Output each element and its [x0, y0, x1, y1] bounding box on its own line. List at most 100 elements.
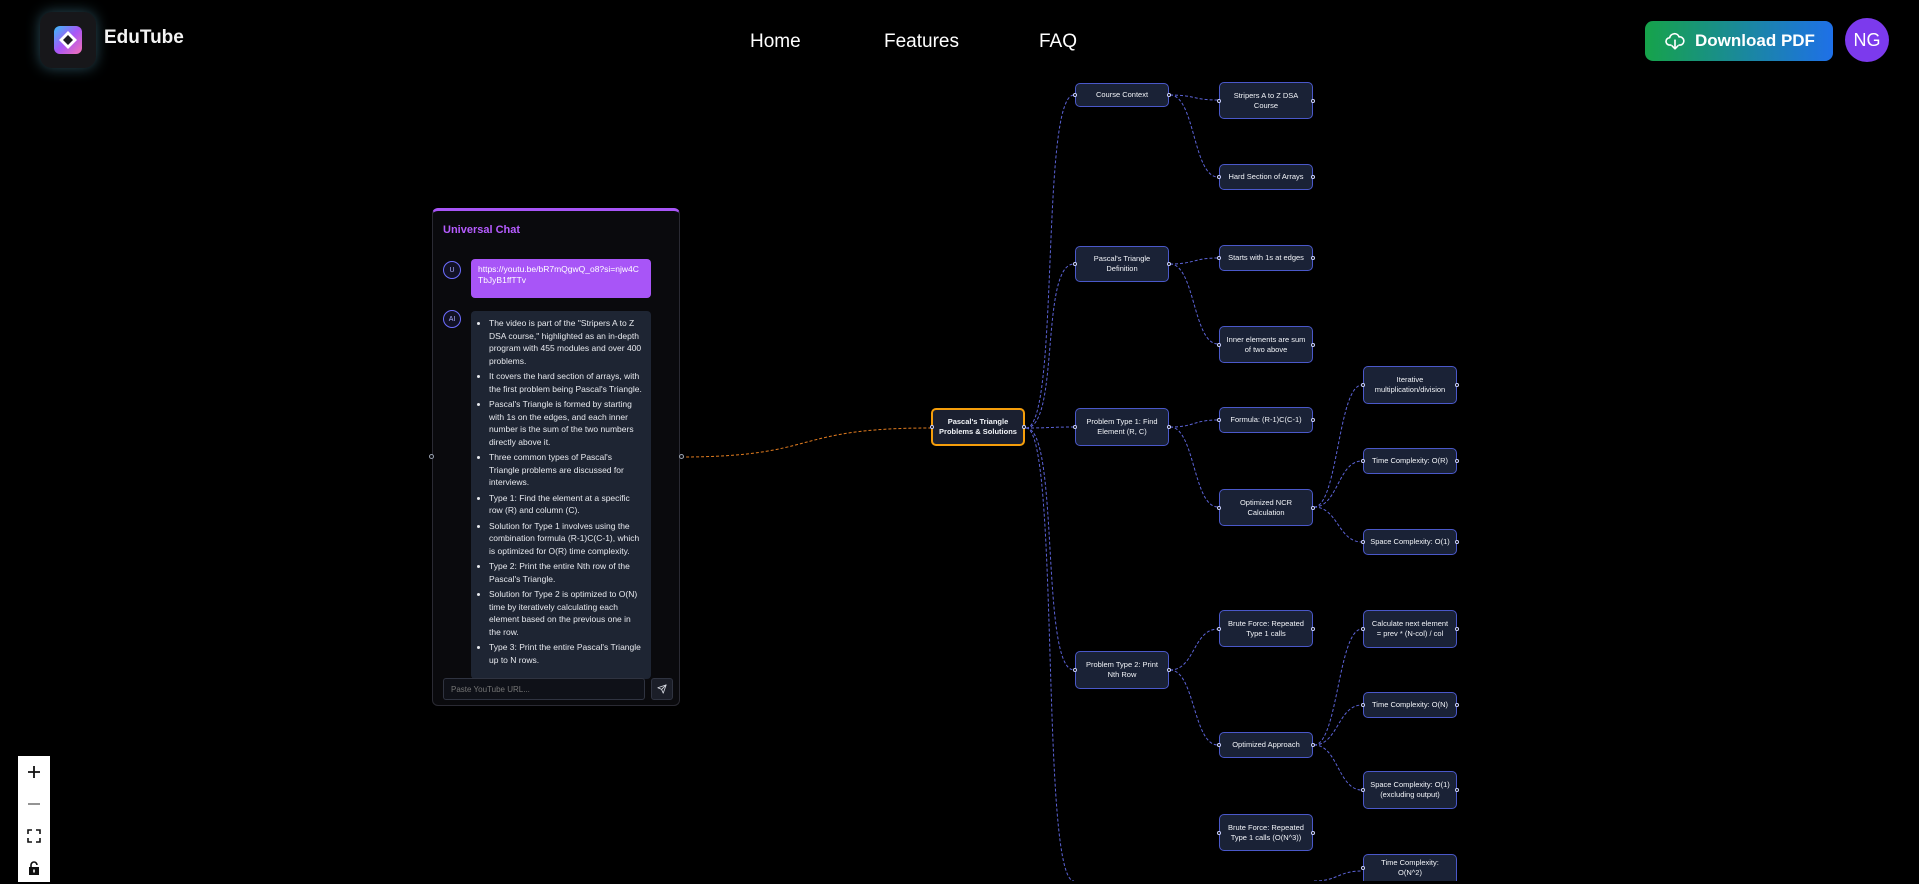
node-label: Starts with 1s at edges: [1228, 253, 1304, 262]
node-handle[interactable]: [1311, 256, 1315, 260]
edge-opt-calc: [1313, 628, 1363, 746]
node-calc-next[interactable]: Calculate next element = prev * (N-col) …: [1361, 610, 1459, 648]
node-label: Calculate next element = prev * (N-col) …: [1371, 619, 1449, 638]
node-handle[interactable]: [1217, 175, 1221, 179]
node-label: Time Complexity: O(N): [1372, 700, 1448, 709]
node-handle[interactable]: [1455, 627, 1459, 631]
node-brute-force-type2[interactable]: Brute Force: Repeated Type 1 calls: [1217, 610, 1315, 647]
node-handle[interactable]: [1167, 668, 1171, 672]
root-node[interactable]: Pascal's Triangle Problems & Solutions: [930, 408, 1026, 446]
node-handle[interactable]: [1311, 743, 1315, 747]
node-label: Hard Section of Arrays: [1228, 172, 1304, 181]
node-handle[interactable]: [1311, 175, 1315, 179]
edge-type2-brute: [1169, 628, 1219, 671]
node-label: Space Complexity: O(1) (excluding output…: [1370, 780, 1450, 799]
node-time-on2[interactable]: Time Complexity: O(N^2): [1361, 854, 1457, 881]
node-time-on[interactable]: Time Complexity: O(N): [1361, 692, 1459, 718]
fit-view-button[interactable]: [18, 820, 50, 852]
node-label: Optimized NCR Calculation: [1239, 497, 1293, 517]
ai-point: Three common types of Pascal's Triangle …: [489, 451, 643, 489]
node-handle[interactable]: [1361, 866, 1365, 870]
node-handle[interactable]: [1361, 627, 1365, 631]
node-handle[interactable]: [1455, 788, 1459, 792]
node-handle[interactable]: [1167, 93, 1171, 97]
node-label: Time Complexity: O(R): [1372, 456, 1448, 465]
youtube-url-input[interactable]: [443, 678, 645, 700]
edge-ncr-space: [1313, 506, 1363, 543]
node-handle[interactable]: [1073, 668, 1077, 672]
node-definition[interactable]: Pascal's Triangle Definition: [1073, 246, 1171, 282]
lock-icon: [29, 861, 39, 875]
node-handle[interactable]: [1217, 256, 1221, 260]
node-handle[interactable]: [1361, 459, 1365, 463]
plus-icon: [28, 766, 40, 778]
node-handle[interactable]: [1361, 788, 1365, 792]
ai-point: The video is part of the "Stripers A to …: [489, 317, 643, 367]
node-iterative-mult[interactable]: Iterative multiplication/division: [1361, 366, 1459, 404]
node-handle[interactable]: [1217, 505, 1221, 510]
node-handle[interactable]: [930, 425, 934, 429]
node-handle[interactable]: [1455, 540, 1459, 544]
node-hard-section[interactable]: Hard Section of Arrays: [1217, 164, 1315, 190]
ai-point: Pascal's Triangle is formed by starting …: [489, 398, 643, 448]
node-problem-type-2[interactable]: Problem Type 2: Print Nth Row: [1073, 651, 1171, 689]
node-handle[interactable]: [1167, 425, 1171, 429]
node-label: Brute Force: Repeated Type 1 calls (O(N^…: [1228, 822, 1304, 842]
node-brute-force-type3[interactable]: Brute Force: Repeated Type 1 calls (O(N^…: [1217, 814, 1315, 851]
send-button[interactable]: [651, 678, 673, 700]
node-handle[interactable]: [1217, 418, 1221, 422]
node-label: Problem Type 2: Print Nth Row: [1086, 660, 1158, 679]
node-space-o1-excl[interactable]: Space Complexity: O(1) (excluding output…: [1361, 771, 1459, 809]
node-handle[interactable]: [1361, 703, 1365, 707]
node-space-o1[interactable]: Space Complexity: O(1): [1361, 529, 1459, 555]
node-handle[interactable]: [1022, 425, 1026, 429]
edge-opt-space: [1313, 744, 1363, 791]
node-edges-ones[interactable]: Starts with 1s at edges: [1217, 245, 1315, 271]
node-handle[interactable]: [1361, 540, 1365, 544]
fullscreen-icon: [27, 829, 41, 843]
chat-right-handle[interactable]: [679, 454, 684, 459]
edge-ncr-iterative: [1313, 384, 1363, 508]
node-handle[interactable]: [1073, 93, 1077, 97]
chat-left-handle[interactable]: [429, 454, 434, 459]
node-optimized-approach[interactable]: Optimized Approach: [1217, 732, 1315, 758]
node-handle[interactable]: [1167, 262, 1171, 266]
ai-point: Type 2: Print the entire Nth row of the …: [489, 560, 643, 585]
ai-point: Type 1: Find the element at a specific r…: [489, 492, 643, 517]
node-handle[interactable]: [1311, 626, 1315, 631]
node-formula[interactable]: Formula: (R-1)C(C-1): [1217, 407, 1315, 433]
node-handle[interactable]: [1217, 743, 1221, 747]
ai-point: Solution for Type 1 involves using the c…: [489, 520, 643, 558]
node-stripers-course[interactable]: Stripers A to Z DSA Course: [1217, 82, 1315, 119]
node-handle[interactable]: [1217, 626, 1221, 631]
node-handle[interactable]: [1455, 703, 1459, 707]
node-time-or[interactable]: Time Complexity: O(R): [1361, 448, 1459, 474]
node-label: Course Context: [1095, 90, 1149, 99]
zoom-in-button[interactable]: [18, 756, 50, 788]
node-course-context[interactable]: Course Context: [1073, 83, 1171, 107]
ai-point: Solution for Type 2 is optimized to O(N)…: [489, 588, 643, 638]
node-handle[interactable]: [1217, 342, 1221, 347]
node-handle[interactable]: [1217, 830, 1221, 835]
zoom-out-button[interactable]: [18, 788, 50, 820]
node-label: Space Complexity: O(1): [1370, 537, 1450, 546]
node-handle[interactable]: [1361, 383, 1365, 387]
node-handle[interactable]: [1311, 98, 1315, 103]
node-handle[interactable]: [1455, 459, 1459, 463]
user-message[interactable]: https://youtu.be/bR7mQgwQ_o8?si=njw4CTbJ…: [471, 259, 651, 298]
node-handle[interactable]: [1073, 262, 1077, 266]
lock-button[interactable]: [18, 852, 50, 884]
node-problem-type-1[interactable]: Problem Type 1: Find Element (R, C): [1073, 408, 1171, 446]
node-handle[interactable]: [1311, 830, 1315, 835]
node-handle[interactable]: [1217, 98, 1221, 103]
edge-root-type3: [1025, 427, 1075, 881]
node-optimized-ncr[interactable]: Optimized NCR Calculation: [1217, 489, 1315, 526]
node-handle[interactable]: [1455, 383, 1459, 387]
node-handle[interactable]: [1311, 342, 1315, 347]
node-handle[interactable]: [1311, 505, 1315, 510]
edge-type3-time: [1313, 870, 1363, 881]
node-handle[interactable]: [1311, 418, 1315, 422]
node-inner-sum[interactable]: Inner elements are sum of two above: [1217, 326, 1315, 363]
node-handle[interactable]: [1073, 425, 1077, 429]
node-label: Problem Type 1: Find Element (R, C): [1086, 417, 1158, 436]
